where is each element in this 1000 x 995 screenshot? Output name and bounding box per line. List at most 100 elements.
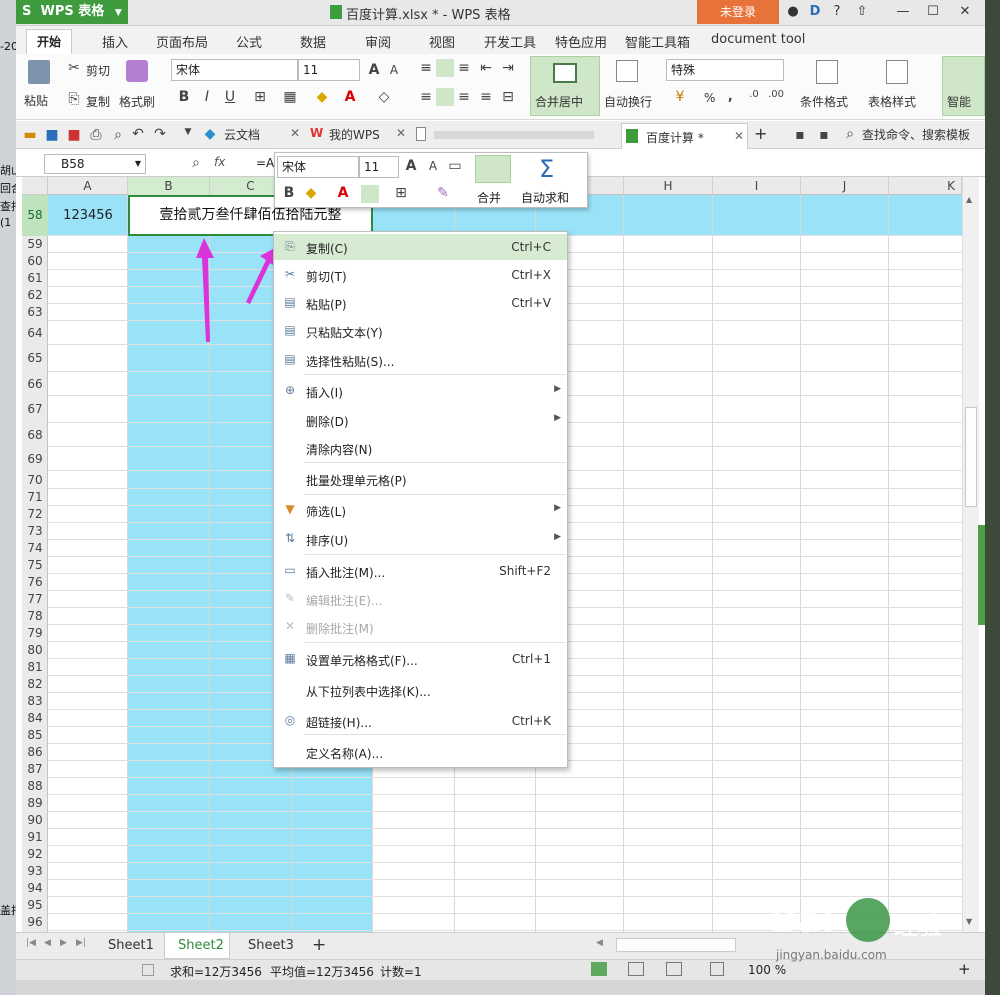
tab-view[interactable]: 视图 bbox=[429, 32, 455, 51]
currency-icon[interactable]: ¥ bbox=[672, 89, 688, 105]
share-icon[interactable]: D bbox=[804, 2, 826, 22]
row-header[interactable]: 71 bbox=[22, 489, 48, 506]
tab-home[interactable]: 开始 bbox=[26, 29, 72, 54]
page-layout-view-icon[interactable] bbox=[666, 962, 682, 976]
mini-merge-icon[interactable] bbox=[475, 155, 511, 183]
menu-item-11[interactable]: ⇅ 排序(U) ▶ bbox=[274, 526, 567, 552]
menu-item-7[interactable]: 删除(D) ▶ bbox=[274, 407, 567, 433]
row-header[interactable]: 89 bbox=[22, 795, 48, 812]
menu-item-14[interactable]: ✕ 删除批注(M) bbox=[274, 614, 567, 640]
sheet-prev-icon[interactable]: ◀ bbox=[44, 938, 51, 948]
distribute-icon[interactable]: ⊟ bbox=[500, 89, 516, 105]
menu-item-17[interactable]: ◎ 超链接(H)... Ctrl+K bbox=[274, 708, 567, 734]
row-header[interactable]: 95 bbox=[22, 897, 48, 914]
mini-merge-button[interactable]: 合并 bbox=[477, 189, 501, 206]
percent-button[interactable]: % bbox=[704, 91, 715, 105]
row-header[interactable]: 87 bbox=[22, 761, 48, 778]
sheet-next-icon[interactable]: ▶ bbox=[60, 938, 67, 948]
align-center-icon[interactable] bbox=[436, 88, 454, 106]
row-header[interactable]: 61 bbox=[22, 270, 48, 287]
skin-icon[interactable]: ● bbox=[782, 2, 804, 22]
hscroll-thumb[interactable] bbox=[616, 938, 736, 952]
mini-decrease-font-icon[interactable]: A bbox=[425, 159, 441, 173]
doctab-close-icon[interactable]: ✕ bbox=[290, 126, 300, 140]
tab-special[interactable]: 特色应用 bbox=[555, 32, 607, 51]
increase-font-icon[interactable]: A bbox=[366, 62, 382, 78]
paste-button[interactable]: 粘贴 bbox=[24, 92, 48, 109]
mini-fill-color-icon[interactable]: ◆ bbox=[303, 185, 319, 201]
wrap-text-button[interactable]: 自动换行 bbox=[604, 93, 652, 110]
border-icon[interactable]: ⊞ bbox=[252, 89, 268, 105]
maximize-icon[interactable]: ☐ bbox=[922, 2, 944, 22]
row-header[interactable]: 69 bbox=[22, 447, 48, 471]
tab-smart-tools[interactable]: 智能工具箱 bbox=[625, 32, 690, 51]
font-color-icon[interactable]: A bbox=[342, 89, 358, 105]
doctab-active[interactable]: 百度计算 * ✕ bbox=[621, 123, 748, 149]
fill-pattern-icon[interactable]: ▦ bbox=[282, 89, 298, 105]
column-header-a[interactable]: A bbox=[48, 177, 128, 195]
cut-button[interactable]: 剪切 bbox=[86, 62, 110, 79]
column-header-i[interactable]: I bbox=[713, 177, 801, 195]
copy-button[interactable]: 复制 bbox=[86, 93, 110, 110]
row-header[interactable]: 75 bbox=[22, 557, 48, 574]
row-header[interactable]: 83 bbox=[22, 693, 48, 710]
row-header[interactable]: 59 bbox=[22, 236, 48, 253]
row-header[interactable]: 67 bbox=[22, 396, 48, 423]
redo-icon[interactable]: ↷ bbox=[152, 126, 168, 142]
zoom-search-icon[interactable]: ⌕ bbox=[188, 155, 204, 171]
login-button[interactable]: 未登录 bbox=[697, 0, 779, 24]
increase-decimal-icon[interactable]: .0 bbox=[746, 89, 762, 100]
row-header[interactable]: 65 bbox=[22, 345, 48, 372]
bold-icon[interactable]: B bbox=[176, 89, 192, 105]
cell-a58[interactable]: 123456 bbox=[48, 195, 128, 236]
scroll-thumb[interactable] bbox=[965, 407, 977, 507]
add-sheet-icon[interactable]: + bbox=[312, 935, 326, 955]
merge-center-button[interactable]: 合并居中 bbox=[530, 56, 600, 116]
doctab-close-icon[interactable]: ✕ bbox=[396, 126, 406, 140]
print-preview-icon[interactable]: ⌕ bbox=[110, 127, 126, 143]
row-header[interactable]: 58 bbox=[22, 195, 48, 236]
print-icon[interactable]: ⎙ bbox=[88, 127, 104, 143]
column-header-j[interactable]: J bbox=[801, 177, 889, 195]
customize-dropdown-icon[interactable]: ▼ bbox=[180, 127, 196, 137]
formula-input[interactable]: =A bbox=[256, 156, 274, 170]
menu-item-5[interactable]: ▤ 选择性粘贴(S)... bbox=[274, 347, 567, 373]
italic-icon[interactable]: I bbox=[199, 89, 215, 105]
row-header[interactable]: 63 bbox=[22, 304, 48, 321]
side-panel-handle[interactable] bbox=[978, 525, 985, 625]
new-tab-icon[interactable]: + bbox=[754, 124, 767, 143]
row-header[interactable]: 78 bbox=[22, 608, 48, 625]
help-icon[interactable]: ? bbox=[826, 2, 848, 22]
row-header[interactable]: 86 bbox=[22, 744, 48, 761]
font-name-select[interactable]: 宋体 bbox=[171, 59, 298, 81]
decrease-decimal-icon[interactable]: .00 bbox=[768, 89, 784, 100]
doctab-close-icon[interactable]: ✕ bbox=[734, 129, 744, 143]
mini-autosum-button[interactable]: 自动求和 bbox=[521, 189, 569, 206]
align-middle-icon[interactable] bbox=[436, 59, 454, 77]
justify-icon[interactable]: ≡ bbox=[478, 89, 494, 105]
table-style-button[interactable]: 表格样式 bbox=[868, 93, 916, 110]
menu-item-2[interactable]: ✂ 剪切(T) Ctrl+X bbox=[274, 262, 567, 288]
row-header[interactable]: 68 bbox=[22, 423, 48, 447]
row-header[interactable]: 84 bbox=[22, 710, 48, 727]
row-header[interactable]: 88 bbox=[22, 778, 48, 795]
mini-bold-icon[interactable]: B bbox=[281, 185, 297, 201]
row-header[interactable]: 66 bbox=[22, 372, 48, 396]
align-left-icon[interactable]: ≡ bbox=[418, 89, 434, 105]
menu-item-16[interactable]: 从下拉列表中选择(K)... bbox=[274, 677, 567, 703]
menu-item-1[interactable]: ⎘ 复制(C) Ctrl+C bbox=[274, 234, 567, 260]
menu-item-9[interactable]: 批量处理单元格(P) bbox=[274, 466, 567, 492]
pdf-icon[interactable]: ■ bbox=[66, 127, 82, 143]
number-format-select[interactable]: 特殊 bbox=[666, 59, 784, 81]
menu-item-4[interactable]: ▤ 只粘贴文本(Y) bbox=[274, 318, 567, 344]
scroll-up-icon[interactable]: ▲ bbox=[966, 195, 972, 204]
sheet-first-icon[interactable]: |◀ bbox=[26, 938, 36, 948]
menu-item-13[interactable]: ✎ 编辑批注(E)... bbox=[274, 586, 567, 612]
row-header[interactable]: 74 bbox=[22, 540, 48, 557]
row-header[interactable]: 85 bbox=[22, 727, 48, 744]
row-header[interactable]: 92 bbox=[22, 846, 48, 863]
row-header[interactable]: 77 bbox=[22, 591, 48, 608]
undo-icon[interactable]: ↶ bbox=[130, 126, 146, 142]
row-header[interactable]: 90 bbox=[22, 812, 48, 829]
column-header-k[interactable]: K bbox=[889, 177, 962, 195]
